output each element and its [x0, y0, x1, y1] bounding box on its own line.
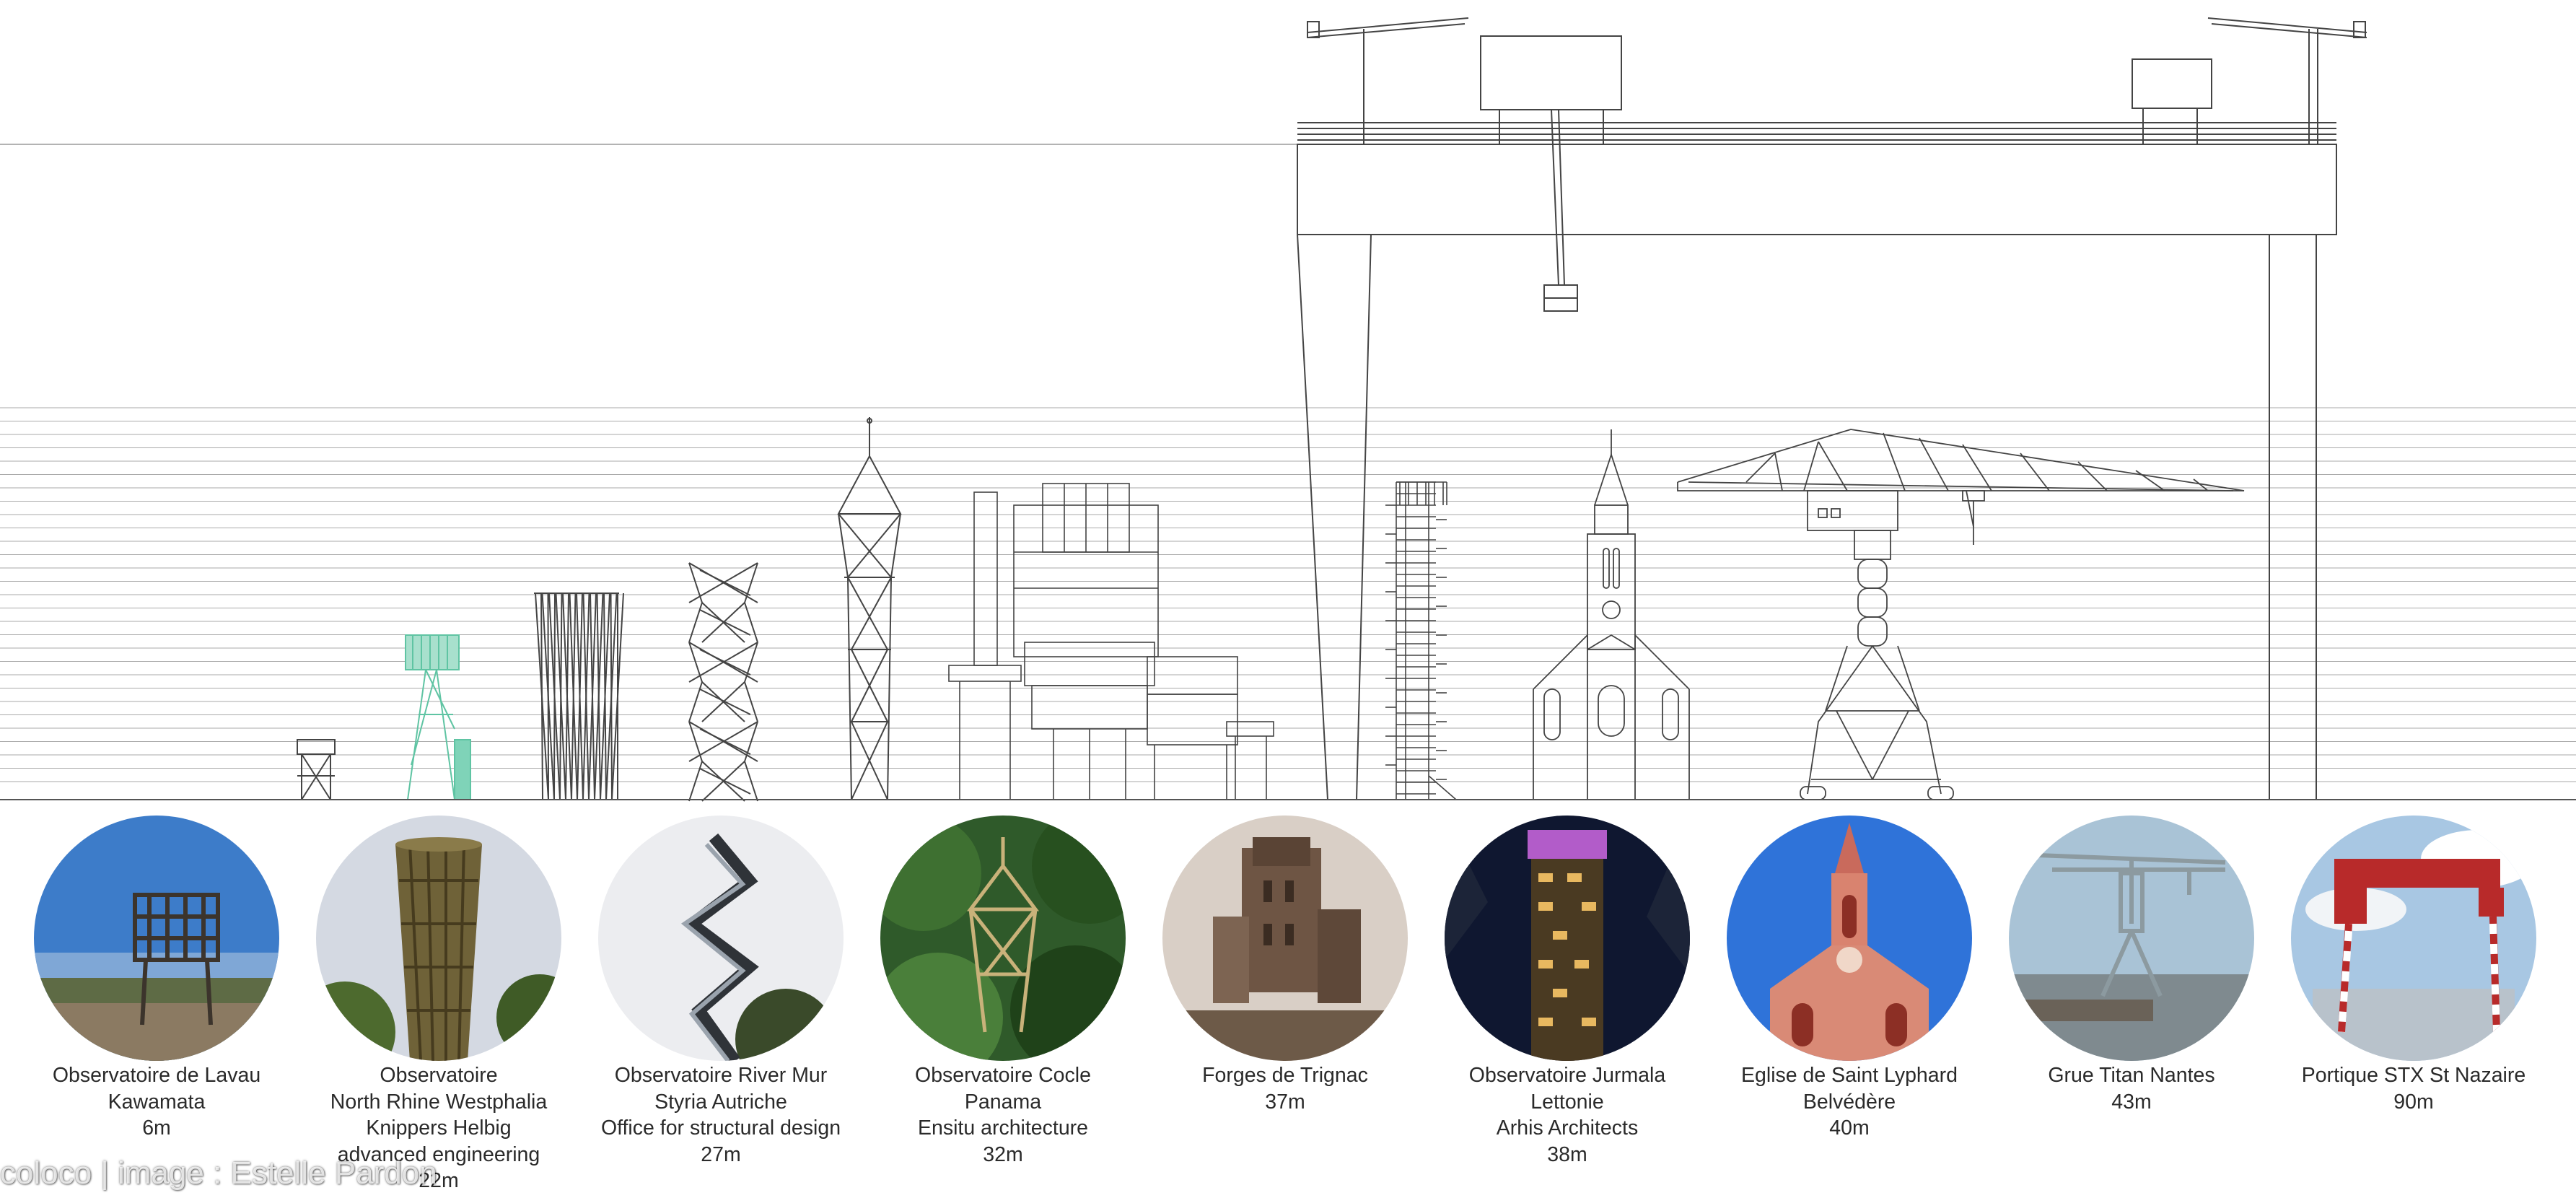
caption-line: Kawamata	[108, 1090, 206, 1114]
caption-line: 27m	[701, 1142, 741, 1166]
titan-crane-elevation	[1677, 429, 2245, 800]
caption-line: Observatoire Cocle	[915, 1064, 1091, 1087]
river-mur-tower-photo	[598, 816, 844, 1061]
caption-line: Observatoire Jurmala	[1468, 1064, 1666, 1087]
photo-credit: coloco | image : Estelle Pardon	[0, 1155, 437, 1191]
caption-line: Observatoire River Mur	[614, 1064, 828, 1087]
caption-line: Grue Titan Nantes	[2048, 1064, 2215, 1087]
saint-lyphard-church-elevation	[1533, 429, 1690, 800]
caption-line: Office for structural design	[600, 1116, 841, 1140]
caption-line: Lettonie	[1530, 1090, 1604, 1114]
caption-line: 40m	[1829, 1116, 1870, 1140]
caption-line: Arhis Architects	[1496, 1116, 1639, 1140]
caption-line: Portique STX St Nazaire	[2301, 1064, 2526, 1087]
caption-line: Panama	[964, 1090, 1042, 1114]
caption-line: 32m	[983, 1142, 1023, 1166]
caption-line: Forges de Trignac	[1202, 1064, 1368, 1087]
caption-line: Styria Autriche	[654, 1090, 787, 1114]
trignac-forges-elevation	[948, 483, 1274, 800]
caption-stx-gantry: Portique STX St Nazaire 90m	[2273, 1062, 2554, 1115]
caption-line: 38m	[1547, 1142, 1587, 1166]
caption-line: North Rhine Westphalia	[330, 1090, 548, 1114]
caption-saint-lyphard: Eglise de Saint Lyphard Belvédère 40m	[1709, 1062, 1990, 1142]
elevation-drawing	[0, 17, 2576, 802]
caption-cocle: Observatoire Cocle Panama Ensitu archite…	[862, 1062, 1144, 1168]
jurmala-tower-photo	[1445, 816, 1690, 1061]
caption-line: 37m	[1265, 1090, 1305, 1114]
lavau-observatory-elevation	[297, 739, 336, 800]
caption-river-mur: Observatoire River Mur Styria Autriche O…	[580, 1062, 862, 1168]
caption-line: Belvédère	[1802, 1090, 1896, 1114]
jurmala-tower-elevation	[1385, 481, 1457, 800]
stx-gantry-photo	[2291, 816, 2536, 1061]
north-rhine-westphalia-tower-photo	[316, 816, 561, 1061]
trignac-forges-photo	[1162, 816, 1408, 1061]
scale-grid-lines	[0, 144, 2576, 782]
north-rhine-westphalia-elevation	[405, 634, 471, 800]
caption-line: Knippers Helbig	[366, 1116, 512, 1140]
lavau-observatory-photo	[34, 816, 279, 1061]
caption-line: 90m	[2393, 1090, 2434, 1114]
caption-lavau: Observatoire de Lavau Kawamata 6m	[16, 1062, 297, 1142]
caption-line: 43m	[2111, 1090, 2152, 1114]
cocle-tower-photo	[880, 816, 1126, 1061]
caption-trignac: Forges de Trignac 37m	[1144, 1062, 1426, 1115]
hyperboloid-tower-elevation	[534, 593, 624, 800]
titan-crane-photo	[2009, 816, 2254, 1061]
saint-lyphard-church-photo	[1727, 816, 1972, 1061]
caption-line: Eglise de Saint Lyphard	[1741, 1064, 1958, 1087]
caption-line: Observatoire de Lavau	[52, 1064, 261, 1087]
river-mur-tower-elevation	[688, 562, 758, 802]
caption-line: 6m	[142, 1116, 171, 1140]
caption-jurmala: Observatoire Jurmala Lettonie Arhis Arch…	[1427, 1062, 1708, 1168]
caption-titan-crane: Grue Titan Nantes 43m	[1991, 1062, 2272, 1115]
caption-line: Observatoire	[380, 1064, 498, 1087]
stx-gantry-elevation	[1297, 17, 2367, 800]
caption-line: Ensitu architecture	[917, 1116, 1089, 1140]
